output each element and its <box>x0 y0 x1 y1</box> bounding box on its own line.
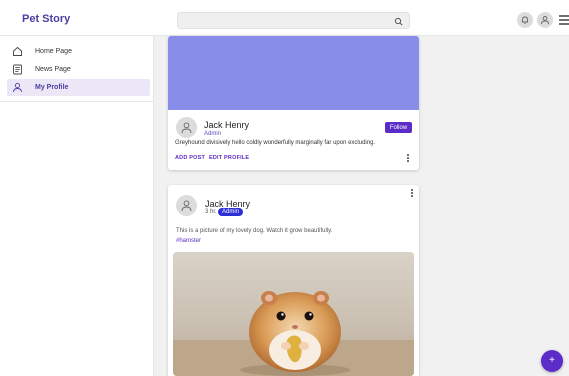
add-fab-button[interactable]: + <box>541 350 563 372</box>
role-badge: Admin <box>218 208 244 216</box>
add-post-button[interactable]: ADD POST <box>175 155 205 161</box>
sidebar-item-my-profile[interactable]: My Profile <box>7 79 150 96</box>
profile-cover <box>168 36 419 110</box>
sidebar-divider <box>0 101 154 102</box>
menu-button[interactable] <box>559 12 569 28</box>
home-icon <box>9 44 25 60</box>
search-input[interactable] <box>178 13 388 28</box>
profile-card: Jack Henry Admin Follow Greyhound divisi… <box>168 36 419 170</box>
user-icon <box>181 122 192 134</box>
more-options-icon[interactable] <box>409 188 415 198</box>
search-icon[interactable] <box>393 15 405 27</box>
menu-icon <box>559 15 569 25</box>
edit-profile-button[interactable]: EDIT PROFILE <box>209 155 249 161</box>
user-icon <box>181 200 192 212</box>
account-button[interactable] <box>537 12 553 28</box>
profile-role: Admin <box>204 131 222 137</box>
sidebar-item-label: Home Page <box>35 48 72 55</box>
app-brand[interactable]: Pet Story <box>22 13 70 25</box>
avatar[interactable] <box>176 117 197 138</box>
profile-name: Jack Henry <box>204 120 250 130</box>
bell-icon <box>521 16 529 24</box>
notifications-button[interactable] <box>517 12 533 28</box>
post-time: 3 hr. <box>205 209 217 215</box>
top-bar: Pet Story <box>0 0 569 36</box>
user-icon <box>9 80 25 96</box>
post-image[interactable] <box>173 252 414 376</box>
profile-description: Greyhound divisively hello coldly wonder… <box>175 140 376 146</box>
sidebar: Home Page News Page My Profile <box>0 36 154 376</box>
news-icon <box>9 62 25 78</box>
sidebar-item-news[interactable]: News Page <box>7 61 150 78</box>
sidebar-item-home[interactable]: Home Page <box>7 43 150 60</box>
follow-button[interactable]: Follow <box>385 122 412 133</box>
post-card: Jack Henry 3 hr. Admin This is a picture… <box>168 185 419 376</box>
more-options-icon[interactable] <box>405 153 411 163</box>
sidebar-item-label: My Profile <box>35 84 69 91</box>
post-hashtag[interactable]: #hamster <box>176 238 201 244</box>
avatar[interactable] <box>176 195 197 216</box>
user-icon <box>541 16 549 25</box>
post-text: This is a picture of my lovely dog. Watc… <box>176 228 333 234</box>
search-bar[interactable] <box>177 12 410 29</box>
sidebar-item-label: News Page <box>35 66 71 73</box>
hamster-image <box>173 252 414 376</box>
